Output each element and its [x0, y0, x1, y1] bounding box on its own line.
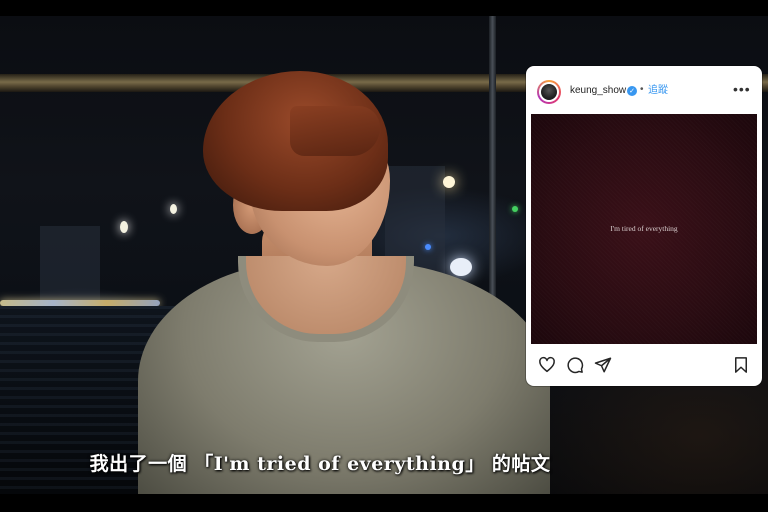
- post-action-bar: [526, 352, 762, 378]
- share-icon[interactable]: [594, 356, 612, 374]
- post-image[interactable]: I'm tired of everything: [531, 114, 757, 344]
- follow-button[interactable]: 追蹤: [648, 85, 668, 97]
- video-subtitle: 我出了一個 「I'm tried of everything」 的帖文: [89, 453, 551, 475]
- bookmark-icon[interactable]: [732, 356, 750, 374]
- comment-icon[interactable]: [566, 356, 584, 374]
- profile-avatar[interactable]: [537, 80, 561, 104]
- post-header: keung_show ✓ • 追蹤 •••: [526, 66, 762, 114]
- verified-badge-icon: ✓: [627, 86, 637, 96]
- instagram-post-card: keung_show ✓ • 追蹤 ••• I'm tired of every…: [526, 66, 762, 386]
- heart-icon[interactable]: [538, 356, 556, 374]
- username[interactable]: keung_show: [570, 85, 626, 97]
- avatar-photo: [541, 84, 557, 100]
- video-frame: keung_show ✓ • 追蹤 ••• I'm tired of every…: [0, 0, 768, 512]
- more-options-icon[interactable]: •••: [733, 80, 751, 98]
- separator-dot: •: [640, 84, 644, 95]
- hair-fringe: [290, 106, 380, 156]
- avatar-ring-gap: [539, 82, 559, 102]
- post-image-text: I'm tired of everything: [610, 224, 678, 233]
